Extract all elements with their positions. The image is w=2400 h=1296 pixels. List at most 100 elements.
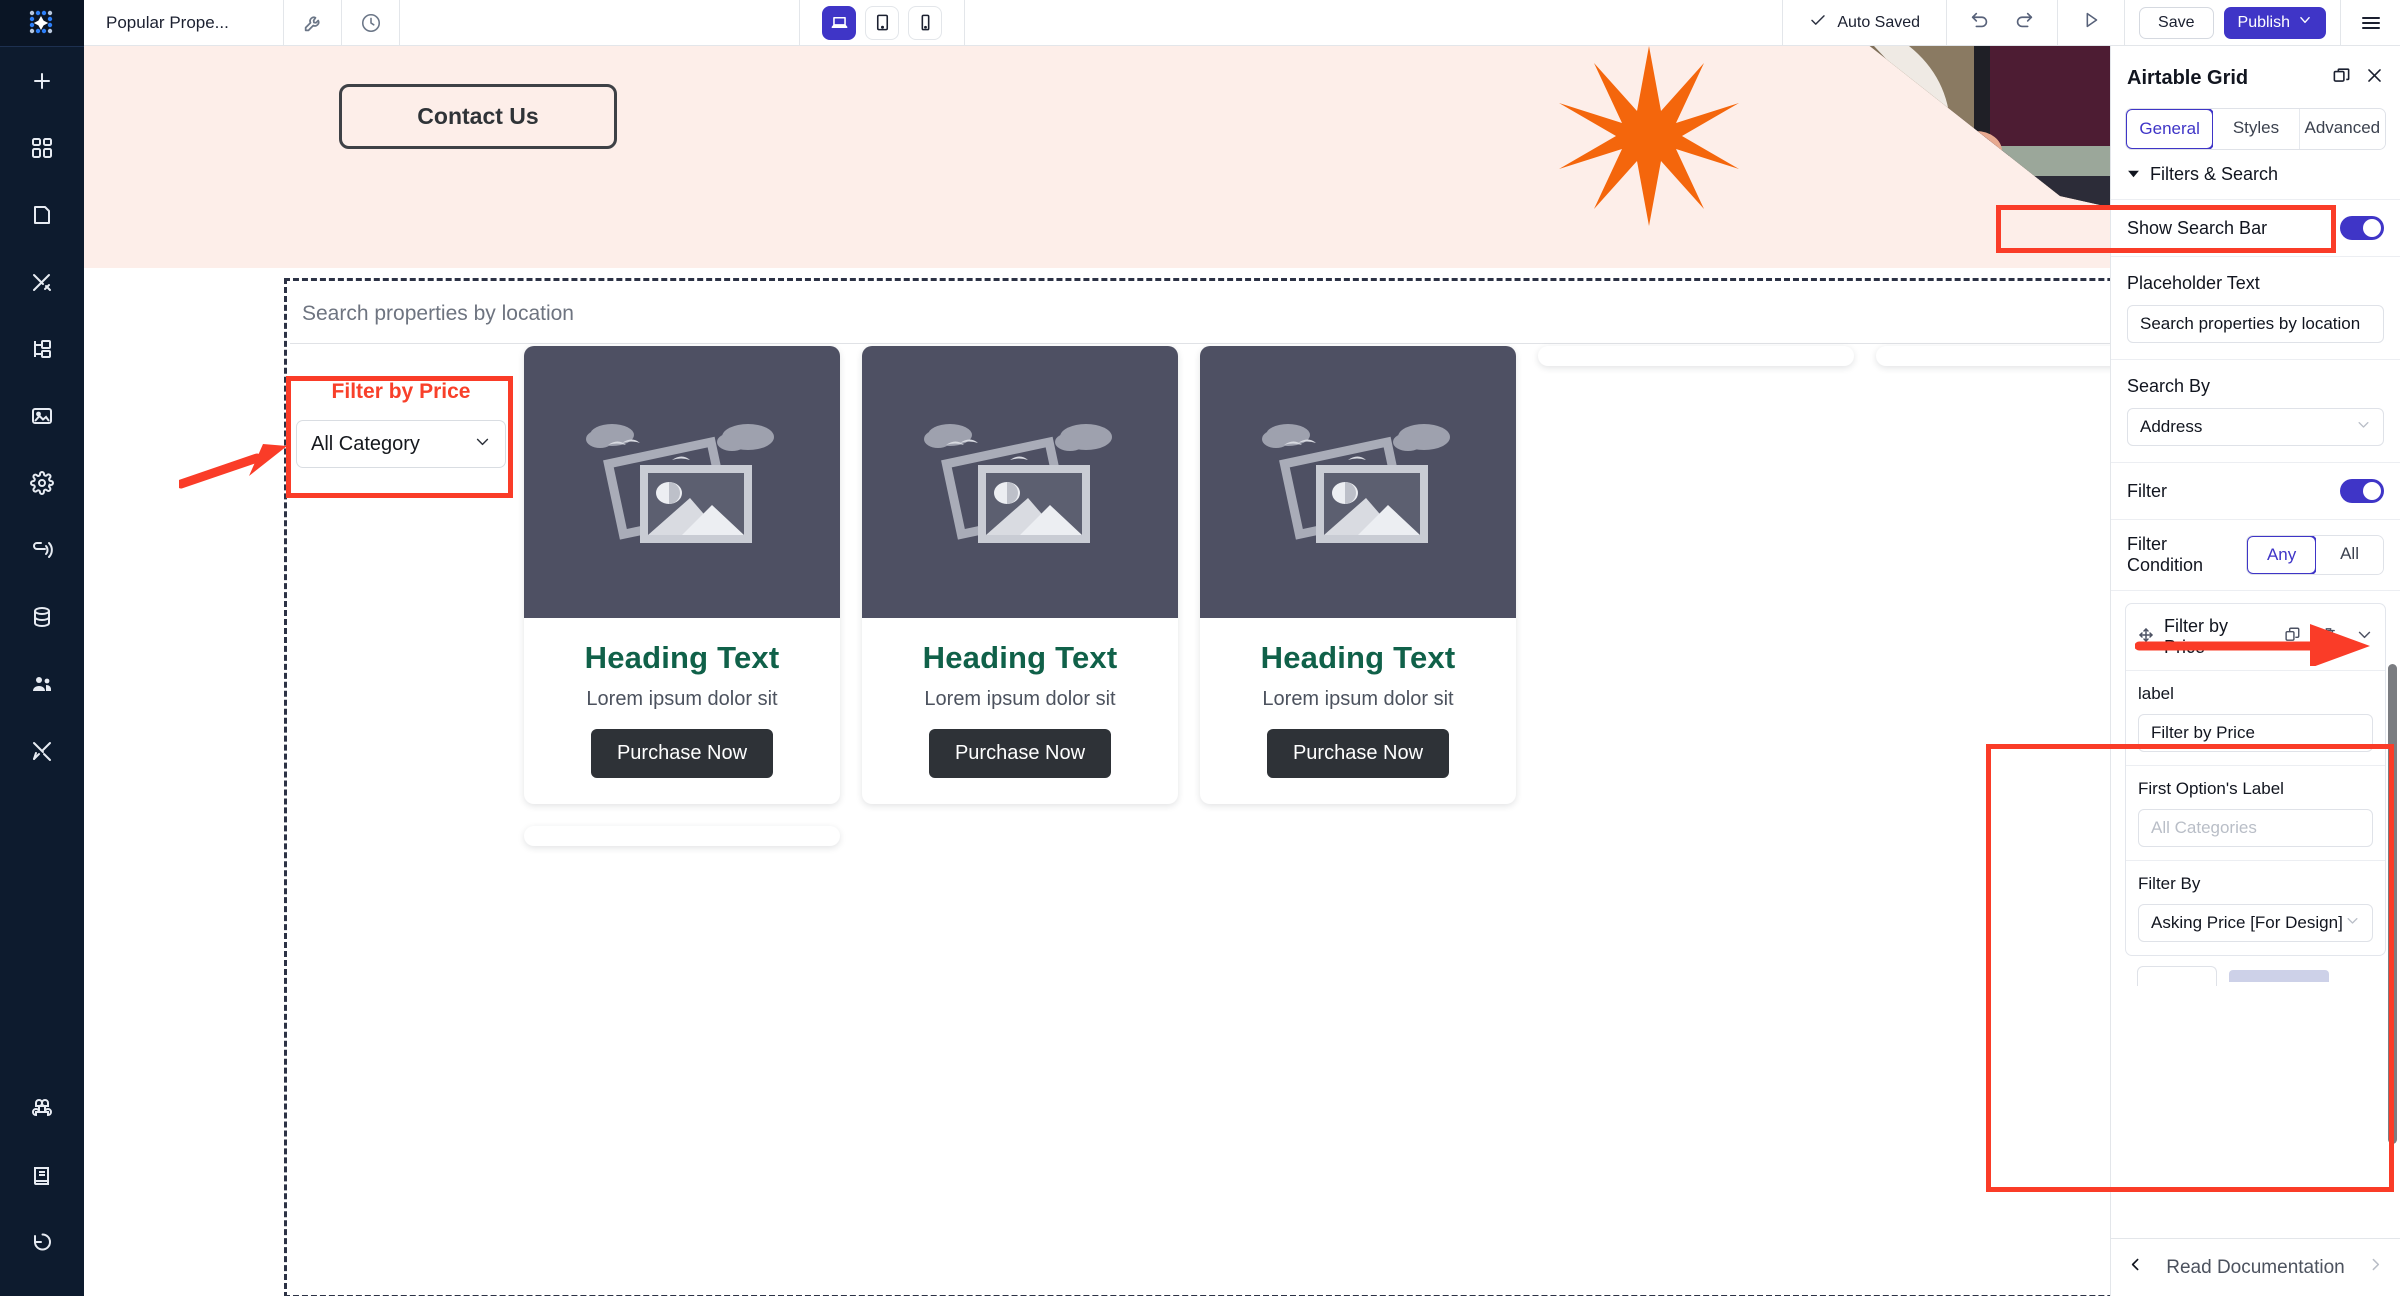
app-logo-icon[interactable]	[0, 0, 84, 46]
property-card[interactable]	[1538, 346, 1854, 366]
sidebar-item-design[interactable]	[0, 248, 84, 315]
tab-styles[interactable]: Styles	[2213, 109, 2300, 149]
read-documentation-link[interactable]: Read Documentation	[2144, 1257, 2367, 1279]
partial-filled-button[interactable]	[2229, 970, 2329, 982]
filter-by-price-title: Filter by Price	[331, 380, 471, 403]
purchase-now-button[interactable]: Purchase Now	[590, 729, 774, 778]
category-select[interactable]: All Category	[296, 420, 506, 468]
show-search-bar-toggle[interactable]	[2340, 216, 2384, 240]
row-filter-condition: Filter Condition Any All	[2111, 520, 2400, 591]
filter-item-title: Filter by Price	[2164, 616, 2229, 657]
contact-us-button[interactable]: Contact Us	[339, 84, 617, 149]
publish-button[interactable]: Publish	[2223, 6, 2326, 39]
copy-icon[interactable]	[2284, 626, 2301, 648]
sidebar-item-docs[interactable]	[0, 1142, 84, 1209]
page-title[interactable]: Popular Prope...	[84, 0, 284, 45]
filter-condition-any[interactable]: Any	[2247, 536, 2318, 574]
save-button[interactable]: Save	[2139, 6, 2214, 39]
chevron-down-icon[interactable]	[2356, 626, 2373, 648]
block-filter-item-label: label	[2126, 671, 2385, 766]
panel-title: Airtable Grid	[2127, 66, 2249, 89]
sidebar-item-media[interactable]	[0, 382, 84, 449]
preview-button[interactable]	[2057, 0, 2124, 45]
placeholder-text-input[interactable]	[2127, 305, 2384, 343]
hamburger-menu-icon[interactable]	[2340, 0, 2400, 45]
move-handle-icon[interactable]	[2138, 627, 2154, 648]
properties-panel: Airtable Grid General Styles Advanced Fi…	[2110, 46, 2400, 1296]
card-media	[862, 346, 1178, 618]
toolbar-actions: Save Publish	[2124, 0, 2340, 45]
search-by-select[interactable]: Address	[2127, 408, 2384, 446]
block-placeholder-text: Placeholder Text	[2111, 257, 2400, 360]
filter-item-label-input[interactable]	[2138, 714, 2373, 752]
sidebar-item-pages[interactable]	[0, 181, 84, 248]
partial-controls-row	[2111, 956, 2400, 986]
redo-icon[interactable]	[2013, 9, 2035, 36]
panel-header: Airtable Grid	[2111, 46, 2400, 100]
sidebar-item-blocks[interactable]	[0, 114, 84, 181]
placeholder-text-label: Placeholder Text	[2127, 273, 2260, 293]
sidebar-item-shortcuts[interactable]	[0, 1075, 84, 1142]
chevron-left-icon[interactable]	[2127, 1256, 2144, 1279]
card-media	[524, 346, 840, 618]
block-first-option-label: First Option's Label	[2126, 766, 2385, 861]
wrench-icon[interactable]	[284, 0, 342, 45]
device-tablet-button[interactable]	[865, 5, 899, 40]
filter-condition-label: Filter Condition	[2127, 534, 2204, 575]
tab-general[interactable]: General	[2126, 109, 2215, 149]
sidebar-item-settings[interactable]	[0, 449, 84, 516]
sidebar-item-add[interactable]	[0, 47, 84, 114]
check-icon	[1809, 11, 1827, 34]
purchase-now-button[interactable]: Purchase Now	[928, 729, 1112, 778]
property-card[interactable]	[524, 826, 840, 846]
filter-by-select[interactable]: Asking Price [For Design]	[2138, 904, 2373, 942]
chevron-down-icon	[2345, 913, 2360, 933]
play-icon	[2080, 9, 2102, 36]
annotation-arrow-filter-widget	[176, 438, 294, 503]
page-title-text: Popular Prope...	[106, 12, 229, 32]
sidebar-item-integrations[interactable]	[0, 516, 84, 583]
top-toolbar: Popular Prope... Auto Saved Save Publish	[84, 0, 2400, 46]
autosave-label: Auto Saved	[1837, 13, 1921, 31]
app-root: Popular Prope... Auto Saved Save Publish…	[0, 0, 2400, 1296]
device-desktop-button[interactable]	[822, 5, 856, 40]
undo-icon[interactable]	[1969, 9, 1991, 36]
undo-redo-group	[1946, 0, 2057, 45]
property-card[interactable]: Heading Text Lorem ipsum dolor sit Purch…	[1200, 346, 1516, 804]
purchase-now-button[interactable]: Purchase Now	[1266, 729, 1450, 778]
section-filters-and-search[interactable]: Filters & Search	[2111, 150, 2400, 200]
canvas-filter-widget: Filter by Price All Category	[290, 360, 512, 468]
property-card[interactable]: Heading Text Lorem ipsum dolor sit Purch…	[862, 346, 1178, 804]
caret-down-icon	[2127, 164, 2140, 185]
card-subtitle: Lorem ipsum dolor sit	[586, 688, 778, 710]
publish-label: Publish	[2237, 13, 2290, 31]
detach-window-icon[interactable]	[2332, 66, 2351, 90]
property-card-list: Heading Text Lorem ipsum dolor sit Purch…	[524, 346, 2284, 846]
trash-icon[interactable]	[2320, 626, 2337, 648]
device-mobile-button[interactable]	[908, 5, 942, 40]
sidebar-item-users[interactable]	[0, 650, 84, 717]
partial-outline-button[interactable]	[2137, 966, 2217, 986]
status-badge: Auto Saved	[1782, 0, 1946, 45]
toolbar-spacer-left	[400, 0, 800, 45]
sidebar-item-data[interactable]	[0, 583, 84, 650]
panel-scrollbar[interactable]	[2388, 664, 2397, 1144]
chevron-right-icon[interactable]	[2367, 1256, 2384, 1279]
sidebar-item-tools[interactable]	[0, 717, 84, 784]
clock-icon[interactable]	[342, 0, 400, 45]
filter-toggle[interactable]	[2340, 479, 2384, 503]
property-card[interactable]: Heading Text Lorem ipsum dolor sit Purch…	[524, 346, 840, 804]
first-option-label-input[interactable]	[2138, 809, 2373, 847]
filter-condition-all[interactable]: All	[2316, 536, 2383, 574]
orange-starburst-icon	[1554, 46, 1744, 236]
category-select-value: All Category	[311, 432, 420, 455]
rail-bottom-group	[0, 1075, 84, 1296]
tab-advanced[interactable]: Advanced	[2299, 109, 2385, 149]
panel-tabs: General Styles Advanced	[2125, 108, 2386, 150]
canvas-search-bar[interactable]: Search properties by location	[290, 284, 2280, 344]
sidebar-item-layers[interactable]	[0, 315, 84, 382]
sidebar-item-history[interactable]	[0, 1209, 84, 1276]
filter-item-header: Filter by Price	[2126, 604, 2385, 671]
card-body: Heading Text Lorem ipsum dolor sit Purch…	[524, 618, 840, 804]
close-icon[interactable]	[2365, 66, 2384, 90]
